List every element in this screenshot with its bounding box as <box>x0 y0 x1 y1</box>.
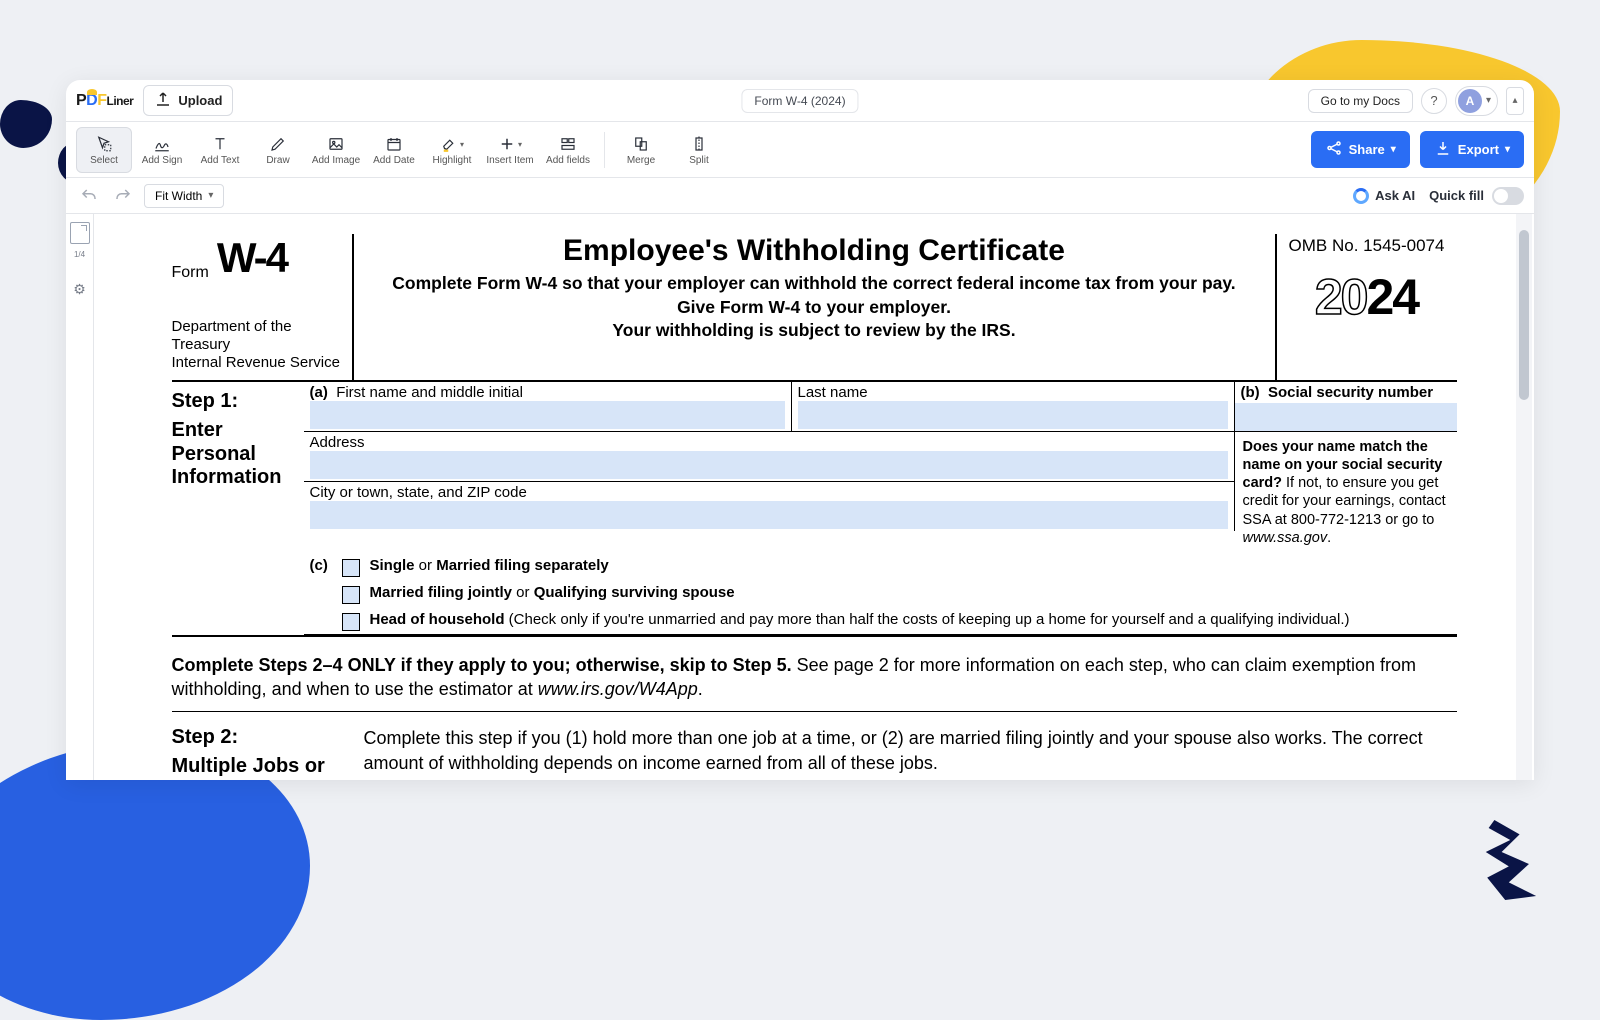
page-count: 1/4 <box>74 250 85 259</box>
share-button[interactable]: Share ▾ <box>1311 131 1410 168</box>
scrollbar-thumb[interactable] <box>1519 230 1529 400</box>
checkbox-single[interactable] <box>342 559 360 577</box>
tool-add-text[interactable]: Add Text <box>192 127 248 173</box>
tool-select[interactable]: Select <box>76 127 132 173</box>
settings-icon[interactable]: ⚙ <box>73 281 86 298</box>
form-w4: W-4 <box>217 234 287 282</box>
form-year: 2024 <box>1277 268 1457 326</box>
account-menu[interactable]: A ▾ <box>1455 86 1498 116</box>
help-button[interactable]: ? <box>1421 88 1447 114</box>
scrollbar[interactable] <box>1516 214 1532 780</box>
plus-icon: ▾ <box>498 133 522 155</box>
image-icon <box>327 133 345 155</box>
left-sidebar: 1/4 ⚙ <box>66 214 94 780</box>
merge-icon <box>632 133 650 155</box>
ask-ai-button[interactable]: Ask AI <box>1353 188 1415 204</box>
logo[interactable]: PDFLiner <box>76 92 133 110</box>
checkbox-married-jointly[interactable] <box>342 586 360 604</box>
pencil-icon <box>269 133 287 155</box>
page-thumbnail-icon[interactable] <box>70 222 90 244</box>
share-icon <box>1325 139 1343 160</box>
tool-merge[interactable]: Merge <box>613 127 669 173</box>
subbar: Fit Width ▾ Ask AI Quick fill <box>66 178 1534 214</box>
download-icon <box>1434 139 1452 160</box>
toggle-switch <box>1492 187 1524 205</box>
document: Form W-4 Department of the Treasury Inte… <box>172 214 1457 780</box>
last-name-field[interactable] <box>798 401 1228 429</box>
goto-my-docs-button[interactable]: Go to my Docs <box>1308 89 1413 113</box>
redo-button[interactable] <box>110 183 136 209</box>
form-title: Employee's Withholding Certificate <box>366 234 1263 268</box>
highlight-icon: ▾ <box>440 133 464 155</box>
form-subtitle-2: Give Form W-4 to your employer. <box>366 296 1263 320</box>
ai-icon <box>1353 188 1369 204</box>
upload-icon <box>154 90 172 111</box>
city-field[interactable] <box>310 501 1228 529</box>
chevron-down-icon: ▾ <box>1505 144 1510 155</box>
toolbar: Select Add Sign Add Text Draw Add Image … <box>66 122 1534 178</box>
cursor-icon <box>95 133 113 155</box>
zoom-select[interactable]: Fit Width ▾ <box>144 184 224 208</box>
step2-title: Step 2: <box>172 726 364 749</box>
document-title[interactable]: Form W-4 (2024) <box>741 89 858 113</box>
document-area[interactable]: Form W-4 Department of the Treasury Inte… <box>94 214 1534 780</box>
step1-title: Step 1: <box>172 390 298 413</box>
form-subtitle-3: Your withholding is subject to review by… <box>366 319 1263 343</box>
chevron-down-icon: ▾ <box>1486 95 1491 106</box>
address-field[interactable] <box>310 451 1228 479</box>
tool-add-sign[interactable]: Add Sign <box>134 127 190 173</box>
workspace: 1/4 ⚙ Form W-4 Department of the Treasur… <box>66 214 1534 780</box>
dept-treasury: Department of the Treasury <box>172 318 352 354</box>
tool-draw[interactable]: Draw <box>250 127 306 173</box>
form-subtitle-1: Complete Form W-4 so that your employer … <box>366 272 1263 296</box>
tool-split[interactable]: Split <box>671 127 727 173</box>
undo-button[interactable] <box>76 183 102 209</box>
ssa-question: Does your name match the name on your so… <box>1235 432 1457 549</box>
text-icon <box>211 133 229 155</box>
instruction-block: Complete Steps 2–4 ONLY if they apply to… <box>172 637 1457 713</box>
chevron-down-icon: ▾ <box>1391 144 1396 155</box>
form-label: Form <box>172 264 209 282</box>
first-name-field[interactable] <box>310 401 785 429</box>
tool-highlight[interactable]: ▾ Highlight <box>424 127 480 173</box>
split-icon <box>690 133 708 155</box>
checkbox-head-household[interactable] <box>342 613 360 631</box>
step2-subtitle: Multiple Jobs or Spouse <box>172 755 364 780</box>
export-button[interactable]: Export ▾ <box>1420 131 1524 168</box>
quick-fill-toggle[interactable]: Quick fill <box>1429 187 1524 205</box>
topbar: PDFLiner Upload Form W-4 (2024) Go to my… <box>66 80 1534 122</box>
fields-icon <box>559 133 577 155</box>
upload-button[interactable]: Upload <box>143 85 233 116</box>
expand-button[interactable]: ▴ <box>1506 87 1524 115</box>
calendar-icon <box>385 133 403 155</box>
tool-add-date[interactable]: Add Date <box>366 127 422 173</box>
step1-subtitle: Enter Personal Information <box>172 419 298 490</box>
step2-text: Complete this step if you (1) hold more … <box>364 726 1457 780</box>
irs-label: Internal Revenue Service <box>172 354 352 372</box>
tool-add-fields[interactable]: Add fields <box>540 127 596 173</box>
tool-add-image[interactable]: Add Image <box>308 127 364 173</box>
tool-insert-item[interactable]: ▾ Insert Item <box>482 127 538 173</box>
ssn-field[interactable] <box>1235 403 1457 431</box>
app-container: PDFLiner Upload Form W-4 (2024) Go to my… <box>66 80 1534 780</box>
chevron-down-icon: ▾ <box>208 190 213 201</box>
avatar: A <box>1458 89 1482 113</box>
omb-number: OMB No. 1545-0074 <box>1277 236 1457 260</box>
signature-icon <box>153 133 171 155</box>
